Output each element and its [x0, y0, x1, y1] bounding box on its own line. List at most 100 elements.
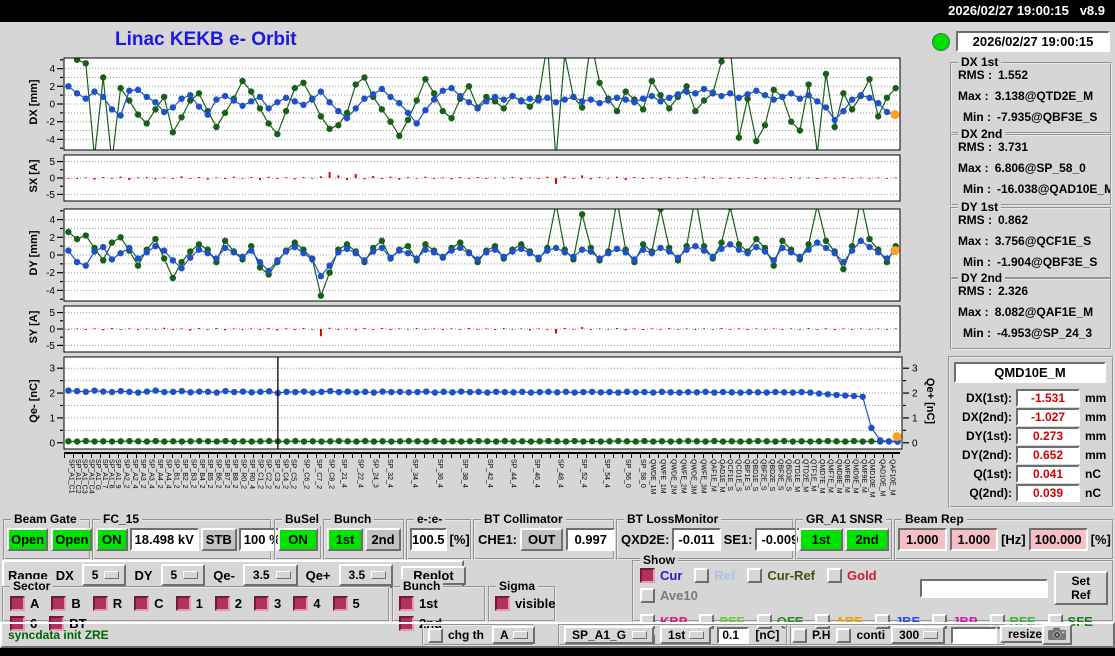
checkbox-ph[interactable]: P.H [792, 627, 830, 643]
beam-rep-value-1: 1.000 [898, 528, 947, 551]
set-ref-button[interactable]: Set Ref [1053, 571, 1108, 605]
y-axis-title-qe-minus: Qe- [nC] [28, 379, 40, 423]
checkbox-3[interactable]: 3 [254, 596, 281, 611]
checkbox-2[interactable]: 2 [214, 596, 242, 611]
device-dropdown[interactable]: SP_A1_G [564, 626, 655, 644]
group-sector: Sector A B R C 1 2 3 4 5 6 BT [2, 579, 390, 631]
x-axis-label: QMD7E_M [818, 459, 826, 494]
monitor-row: DY(1st): 0.273 mm [950, 426, 1112, 445]
stat-min: Min : -7.935@QBF3E_S [963, 110, 1098, 124]
beam-gate-button-2[interactable]: Open [51, 528, 93, 551]
x-axis-label: QBF1E_S [742, 459, 750, 491]
threshold-unit-label: [nC] [755, 628, 780, 642]
checkbox-1st[interactable]: 1st [399, 596, 438, 611]
svg-text:0: 0 [912, 438, 918, 449]
x-axis-label: SP_24_3 [371, 459, 379, 488]
beam-rep-pct-label: [%] [1090, 532, 1111, 547]
plot-dx-orbit: -4 -2 0 2 4 [46, 57, 901, 151]
groupbox-title: DY 2nd [958, 271, 1006, 285]
svg-text:-2: -2 [46, 268, 55, 279]
svg-text:0: 0 [49, 100, 55, 111]
monitor-rows: DX(1st): -1.531 mm DX(2nd): -1.027 mm DY(1st):… [950, 388, 1112, 502]
y-axis-title-dx: DX [mm] [28, 79, 40, 125]
status-message: syncdata init ZRE [8, 628, 109, 642]
fc15-on-button[interactable]: ON [96, 528, 128, 551]
che1-state-button[interactable]: OUT [520, 528, 564, 551]
snapshot-button[interactable] [1042, 624, 1072, 645]
checkbox-label: 3 [274, 596, 282, 611]
x-axis-label: SP_A3_4 [147, 459, 155, 489]
x-axis-label: QMF9E_M [859, 459, 867, 493]
checkbox-box [495, 596, 510, 611]
groupbox-title: Bunch [331, 512, 375, 526]
checkbox-b[interactable]: B [51, 596, 81, 611]
group-beam-rep: Beam Rep 1.000 1.000 [Hz] 100.000 [%] [894, 512, 1114, 560]
camera-icon [1048, 627, 1066, 640]
group-sigma: Sigma visible [488, 579, 556, 622]
range-qe-plus-dropdown[interactable]: 3.5 [338, 564, 394, 586]
y-axis-title-sy: SY [A] [28, 310, 40, 344]
bunch-2nd-button[interactable]: 2nd [365, 528, 401, 551]
checkbox-label: R [112, 596, 123, 611]
status-bar: syncdata init ZRE chg th A SP_A1_G 1st [… [0, 622, 1115, 648]
monitor-name: QMD10E_M [954, 362, 1106, 383]
x-axis-label: QBF3E_S [776, 459, 784, 491]
monitor-row-unit: nC [1085, 485, 1101, 500]
checkbox-c[interactable]: C [134, 596, 164, 611]
plot-sy-steering: -5 0 5 [46, 305, 901, 353]
checkbox-gold[interactable]: Gold [827, 568, 877, 583]
checkbox-chg-th[interactable]: chg th [428, 627, 484, 643]
checkbox-5[interactable]: 5 [332, 596, 360, 611]
checkbox-visible[interactable]: visible [495, 596, 555, 611]
y-axis-title-dy: DY [mm] [28, 230, 40, 276]
qxd2e-readout: -0.011 [672, 528, 721, 551]
checkbox-1[interactable]: 1 [175, 596, 203, 611]
titlebar-datetime: 2026/02/27 19:00:15 v8.9 [948, 3, 1105, 18]
range-dx-label: DX [55, 567, 74, 583]
threshold-sector-dropdown[interactable]: A [492, 626, 535, 644]
beam-gate-button-1[interactable]: Open [7, 528, 49, 551]
x-axis-label: QAD1E_M [717, 459, 725, 493]
checkbox-label: 5 [352, 596, 360, 611]
stats-dx-1st: DX 1st RMS :1.552 Max :3.138@QTD2E_M Min… [950, 55, 1112, 134]
monitor-row: Q(1st): 0.041 nC [950, 464, 1112, 483]
checkbox-cur-ref[interactable]: Cur-Ref [747, 568, 815, 583]
svg-text:0: 0 [49, 174, 55, 185]
checkbox-cur[interactable]: Cur [640, 568, 682, 583]
x-axis-label: QWFE_1M [659, 459, 667, 494]
monitor-row-value: -1.027 [1016, 407, 1080, 426]
device-frame: SP_A1_G 1st [nC] [558, 624, 792, 646]
threshold-input[interactable] [717, 626, 750, 644]
monitor-row-label: Q(1st): [973, 466, 1012, 481]
points-dropdown[interactable]: 300 [891, 626, 946, 644]
x-axis-label: QWDE_2M [669, 459, 677, 495]
svg-text:2: 2 [49, 389, 55, 400]
bunch-1st-button[interactable]: 1st [327, 528, 363, 551]
x-axis-ticks [64, 454, 900, 458]
checkbox-label: Cur [660, 568, 683, 583]
gr-a1-2nd-button[interactable]: 2nd [845, 528, 889, 551]
checkbox-conti[interactable]: conti [836, 627, 885, 643]
gr-a1-1st-button[interactable]: 1st [799, 528, 843, 551]
extra-input[interactable] [951, 626, 998, 644]
busel-on-button[interactable]: ON [278, 528, 318, 551]
checkbox-a[interactable]: A [10, 596, 39, 611]
checkbox-ref[interactable]: Ref [694, 568, 735, 583]
range-dy-dropdown[interactable]: 5 [160, 564, 206, 586]
checkbox-label: B [71, 596, 81, 611]
checkbox-label: Gold [847, 568, 877, 583]
range-bar: Range DX 5 DY 5 Qe- 3.5 Qe+ 3.5 Replot [2, 560, 466, 588]
groupbox-title: Sector [10, 579, 54, 593]
fc15-stb-button[interactable]: STB [200, 528, 237, 551]
range-dx-dropdown[interactable]: 5 [81, 564, 127, 586]
x-axis-label: SP_C1_2 [256, 459, 264, 489]
range-qe-minus-dropdown[interactable]: 3.5 [242, 564, 298, 586]
bunch-dropdown[interactable]: 1st [660, 626, 712, 644]
groupbox-title: Beam Gate [11, 512, 80, 526]
stat-max: Max :8.082@QAF1E_M [958, 305, 1094, 319]
checkbox-r[interactable]: R [92, 596, 123, 611]
checkbox-ave10[interactable]: Ave10 [640, 588, 698, 603]
ref-name-input[interactable] [919, 578, 1048, 598]
stat-rms: RMS :3.731 [958, 140, 1029, 154]
checkbox-4[interactable]: 4 [293, 596, 321, 611]
